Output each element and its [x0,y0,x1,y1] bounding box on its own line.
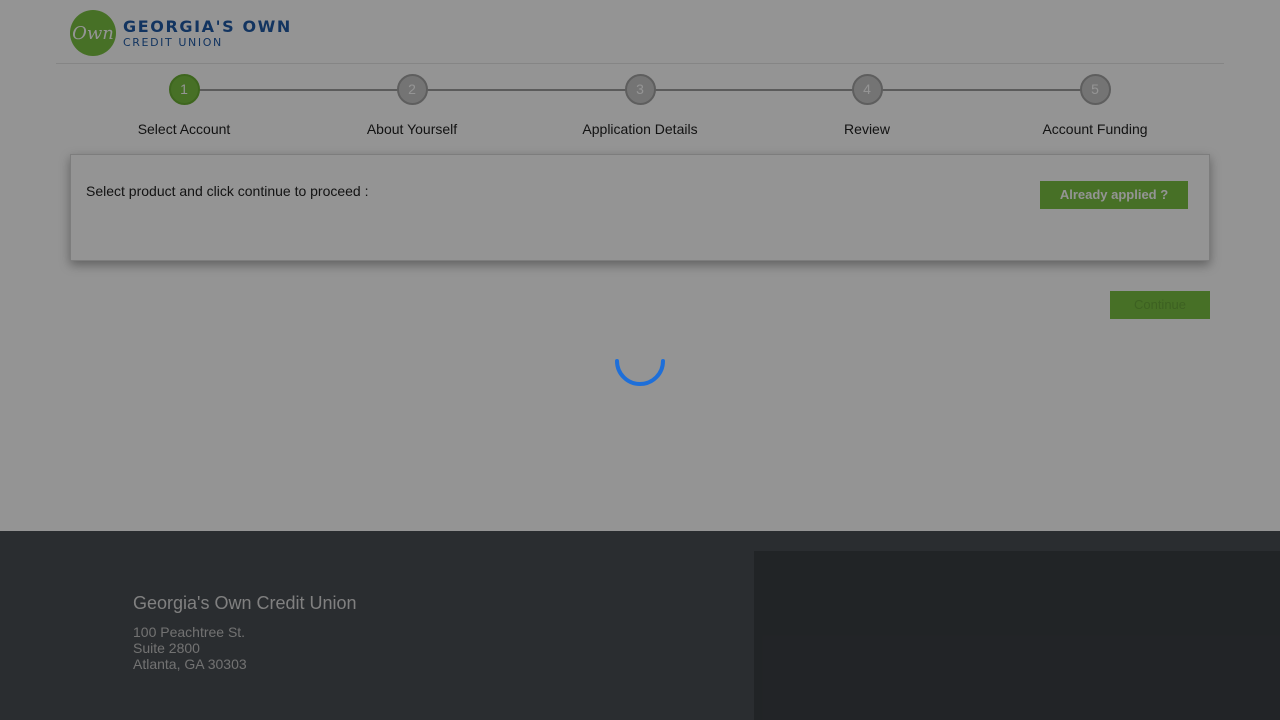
loading-overlay [0,0,1280,720]
loading-spinner-icon [615,359,665,386]
